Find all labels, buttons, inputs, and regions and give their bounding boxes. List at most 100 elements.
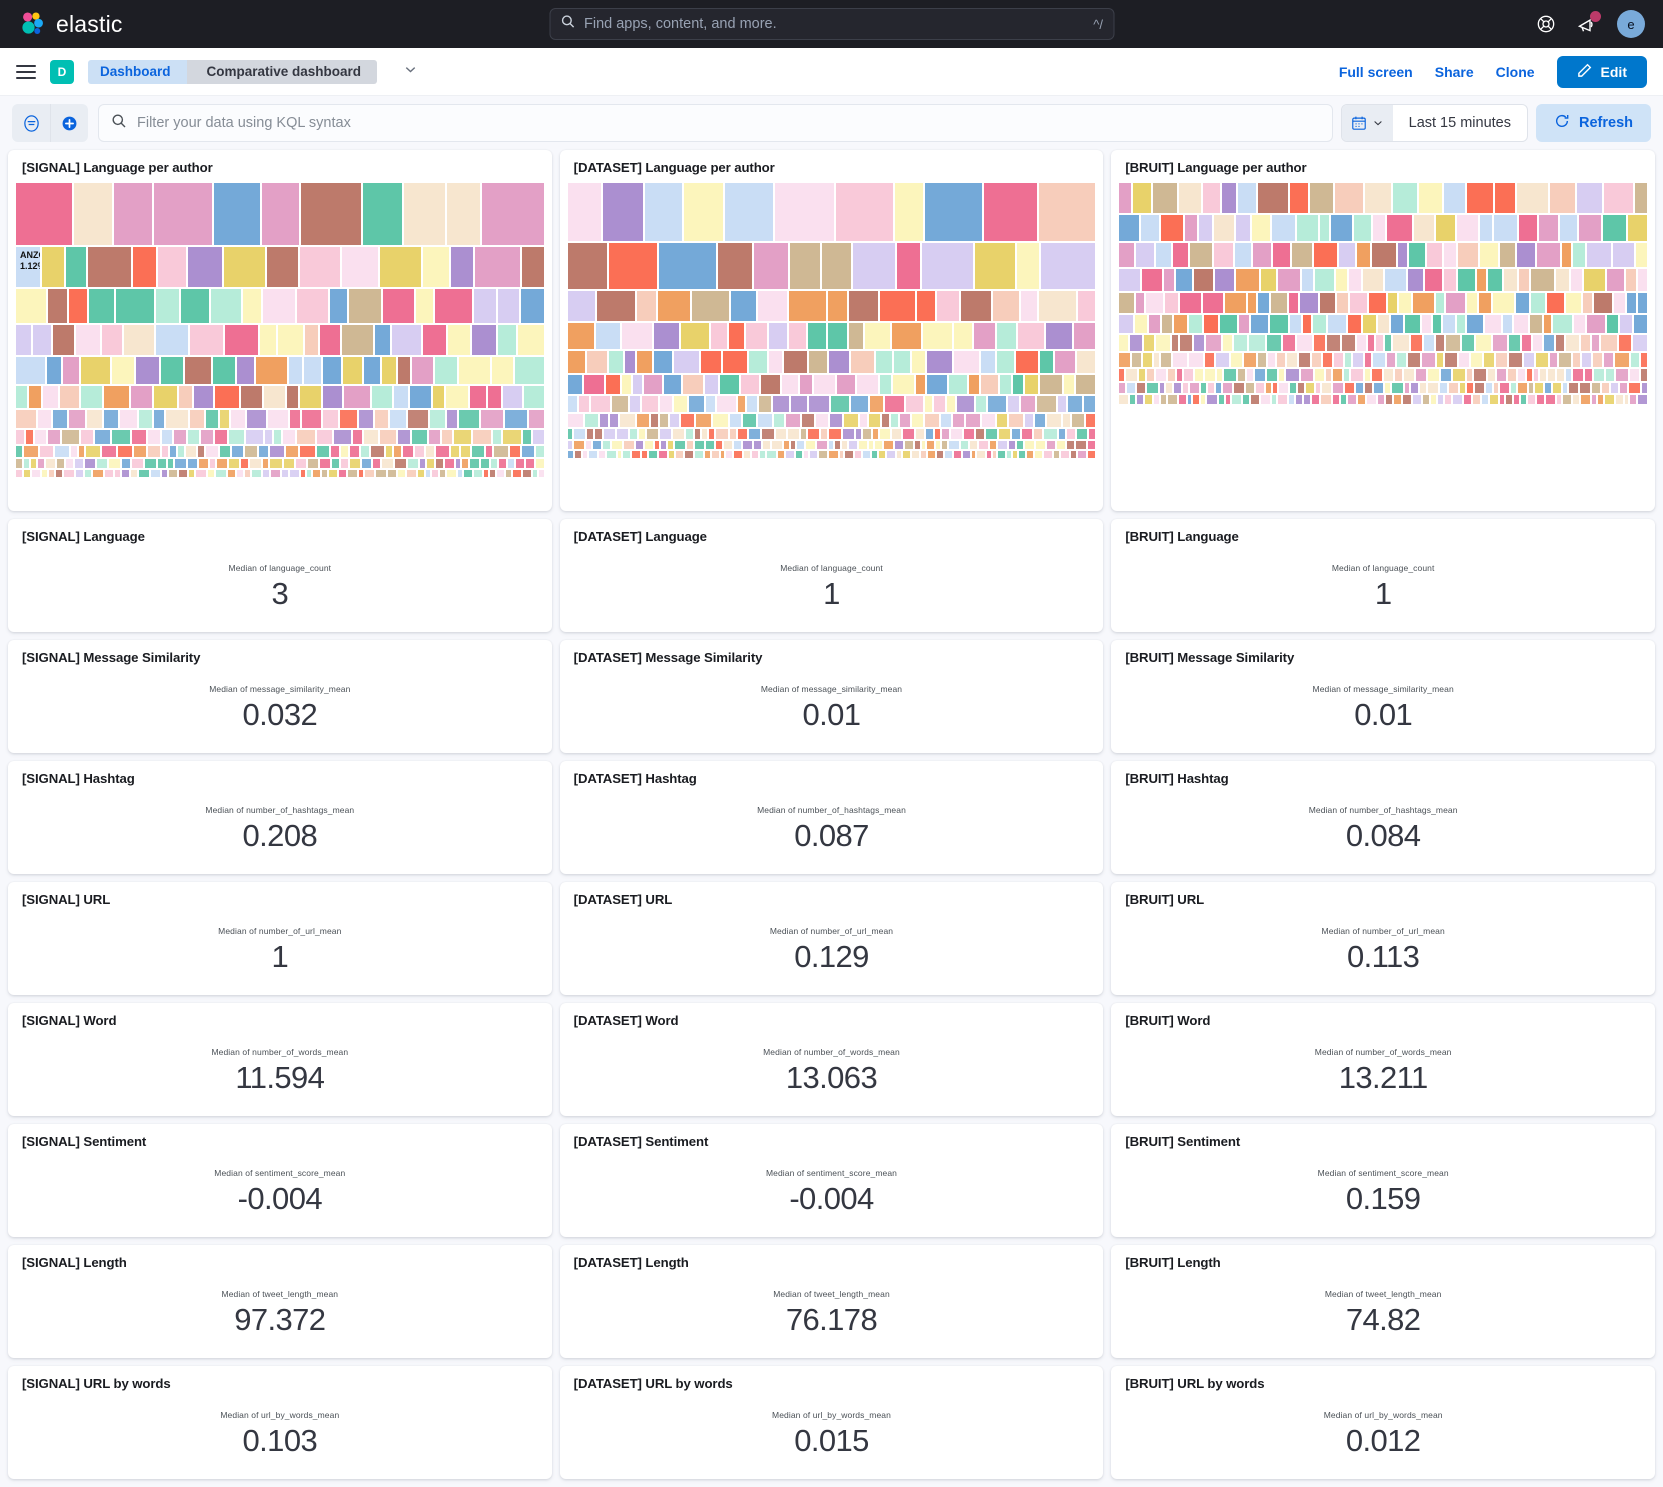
treemap-cell[interactable] (1126, 369, 1137, 381)
treemap-cell[interactable] (1145, 395, 1153, 404)
treemap-cell[interactable] (1146, 293, 1164, 313)
treemap-cell[interactable] (523, 430, 532, 444)
treemap-cell[interactable] (229, 430, 244, 444)
treemap-cell[interactable] (406, 470, 416, 477)
treemap-cell[interactable] (1545, 383, 1551, 393)
treemap-cell[interactable] (674, 351, 700, 373)
metric-panel[interactable]: [BRUIT] Sentiment Median of sentiment_sco… (1111, 1124, 1655, 1237)
treemap-cell[interactable] (1238, 183, 1256, 213)
treemap-cell[interactable] (1592, 353, 1603, 367)
treemap-cell[interactable] (1480, 243, 1498, 267)
treemap-cell[interactable] (1583, 293, 1592, 313)
treemap-cell[interactable] (1606, 269, 1624, 291)
treemap-cell[interactable] (1119, 269, 1140, 291)
treemap-cell[interactable] (342, 325, 374, 355)
treemap-cell[interactable] (1296, 215, 1318, 241)
treemap-cell[interactable] (520, 289, 544, 323)
treemap-cell[interactable] (349, 459, 361, 468)
treemap-cell[interactable] (1427, 243, 1443, 267)
treemap-cell[interactable] (1641, 369, 1647, 381)
treemap-cell[interactable] (481, 410, 503, 428)
treemap-cell[interactable] (874, 441, 883, 449)
treemap-cell[interactable] (533, 430, 544, 444)
treemap-cell[interactable] (567, 183, 601, 241)
treemap-cell[interactable] (1247, 293, 1256, 313)
treemap-cell[interactable] (674, 396, 688, 412)
treemap-cell[interactable] (606, 375, 620, 394)
treemap-cell[interactable] (1067, 441, 1075, 449)
treemap-cell[interactable] (1207, 383, 1215, 393)
treemap-cell[interactable] (1463, 395, 1472, 404)
treemap-cell[interactable] (1232, 395, 1242, 404)
treemap-cell[interactable] (1266, 335, 1281, 351)
treemap-cell[interactable] (1012, 451, 1017, 458)
treemap-cell[interactable] (1506, 395, 1512, 404)
treemap-cell[interactable] (1315, 383, 1321, 393)
treemap-cell[interactable] (870, 396, 884, 412)
treemap-cell[interactable] (475, 247, 520, 287)
treemap-cell[interactable] (852, 243, 895, 289)
treemap-cell[interactable] (1565, 369, 1571, 381)
treemap-cell[interactable] (777, 451, 784, 458)
treemap-cell[interactable] (1154, 353, 1160, 367)
treemap-cell[interactable] (260, 325, 277, 355)
treemap-cell[interactable] (916, 429, 925, 439)
treemap-cell[interactable] (602, 441, 610, 449)
treemap-cell[interactable] (205, 446, 219, 457)
treemap-cell[interactable] (927, 441, 934, 449)
treemap-cell[interactable] (1365, 383, 1373, 393)
treemap-cell[interactable] (1319, 215, 1330, 241)
treemap-cell[interactable] (1189, 315, 1203, 333)
treemap-cell[interactable] (1057, 441, 1066, 449)
treemap-cell[interactable] (66, 459, 74, 468)
treemap-cell[interactable] (1443, 183, 1466, 213)
treemap-cell[interactable] (407, 410, 428, 428)
treemap-cell[interactable] (925, 414, 940, 427)
treemap-cell[interactable] (1067, 429, 1075, 439)
treemap-cell[interactable] (228, 459, 240, 468)
treemap-cell[interactable] (1296, 395, 1303, 404)
treemap-cell[interactable] (446, 410, 457, 428)
treemap-cell[interactable] (490, 459, 498, 468)
treemap-cell[interactable] (1074, 323, 1096, 349)
treemap-cell[interactable] (434, 357, 458, 384)
treemap-cell[interactable] (1161, 215, 1183, 241)
treemap-cell[interactable] (1486, 383, 1492, 393)
treemap-cell[interactable] (1000, 375, 1011, 394)
treemap-cell[interactable] (1243, 395, 1250, 404)
treemap-cell[interactable] (1175, 269, 1193, 291)
treemap-cell[interactable] (92, 470, 103, 477)
treemap-cell[interactable] (1047, 441, 1056, 449)
treemap-cell[interactable] (1257, 293, 1270, 313)
treemap-cell[interactable] (376, 470, 386, 477)
treemap-cell[interactable] (926, 429, 934, 439)
treemap-cell[interactable] (135, 357, 160, 384)
treemap-cell[interactable] (458, 470, 462, 477)
metric-panel[interactable]: [SIGNAL] Sentiment Median of sentiment_sc… (8, 1124, 552, 1237)
treemap-cell[interactable] (42, 247, 65, 287)
treemap-cell[interactable] (1297, 383, 1305, 393)
treemap-cell[interactable] (1269, 315, 1288, 333)
treemap-cell[interactable] (881, 414, 890, 427)
treemap-cell[interactable] (1475, 383, 1485, 393)
treemap-cell[interactable] (1629, 383, 1640, 393)
treemap-cell[interactable] (623, 451, 631, 458)
treemap-cell[interactable] (173, 430, 186, 444)
treemap-cell[interactable] (1453, 395, 1462, 404)
treemap-cell[interactable] (1459, 353, 1469, 367)
treemap-cell[interactable] (1179, 293, 1201, 313)
treemap-cell[interactable] (227, 470, 236, 477)
treemap-cell[interactable] (417, 470, 424, 477)
treemap-cell[interactable] (802, 414, 815, 427)
treemap-cell[interactable] (701, 351, 721, 373)
treemap-cell[interactable] (800, 375, 812, 394)
treemap-cell[interactable] (584, 414, 599, 427)
treemap-cell[interactable] (290, 470, 299, 477)
treemap-cell[interactable] (1233, 383, 1244, 393)
treemap-cell[interactable] (1194, 335, 1204, 351)
treemap-cell[interactable] (1043, 451, 1053, 458)
treemap-cell[interactable] (1408, 269, 1423, 291)
treemap-cell[interactable] (1634, 183, 1647, 213)
treemap-cell[interactable] (1144, 335, 1155, 351)
treemap-cell[interactable] (1178, 183, 1201, 213)
